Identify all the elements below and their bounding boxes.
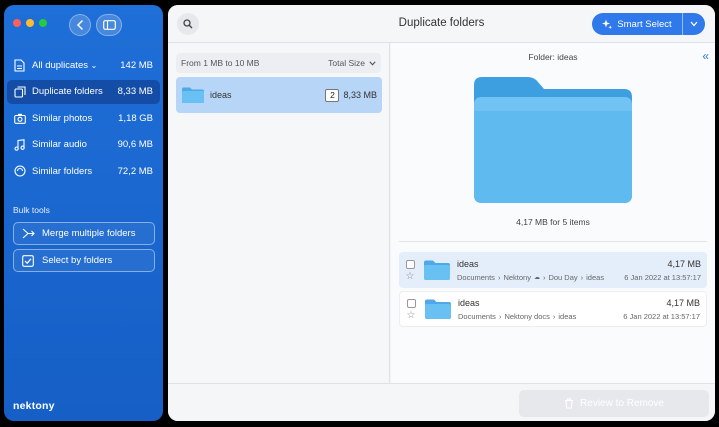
path-separator-icon: › <box>497 272 501 282</box>
row-checkbox[interactable] <box>405 259 415 269</box>
smart-select-dropdown[interactable] <box>683 21 705 27</box>
sidebar-icon <box>102 20 116 30</box>
file-path: Documents › Nektony docs › ideas <box>458 312 623 321</box>
path-segment: Documents <box>457 272 495 282</box>
merge-folders-button[interactable]: Merge multiple folders <box>13 222 155 245</box>
list-header: From 1 MB to 10 MB Total Size <box>176 53 381 73</box>
file-name: ideas <box>458 297 480 308</box>
sidebar-item-size: 72,2 MB <box>117 165 153 177</box>
path-separator-icon: › <box>498 311 502 321</box>
window-controls <box>13 19 47 27</box>
duplicate-count-badge: 2 <box>325 88 340 102</box>
sparkle-icon <box>602 19 613 29</box>
folder-label: Folder: ideas <box>528 52 578 62</box>
sidebar-toggle-button[interactable] <box>96 14 122 36</box>
main-panel: Duplicate folders Smart Select From 1 MB… <box>168 5 715 421</box>
file-size: 4,17 MB <box>667 258 701 269</box>
sidebar-item-size: 8,33 MB <box>117 86 153 97</box>
path-segment: Nektony <box>503 272 531 282</box>
sidebar-item-label: Duplicate folders <box>32 86 103 97</box>
zoom-window-button[interactable] <box>39 19 47 27</box>
chevron-down-icon <box>369 60 376 66</box>
file-size: 4,17 MB <box>666 297 700 308</box>
sort-dropdown[interactable]: Total Size <box>328 58 376 68</box>
path-segment: ideas <box>586 272 605 282</box>
review-to-remove-button[interactable]: Review to Remove <box>519 390 709 417</box>
trash-icon <box>565 398 574 409</box>
divider <box>399 241 707 242</box>
path-separator-icon: › <box>542 272 546 282</box>
review-to-remove-label: Review to Remove <box>580 398 664 409</box>
path-segment: Dou Day <box>548 272 578 282</box>
app-window: All duplicates ⌄ 142 MB Duplicate folder… <box>0 0 719 427</box>
path-separator-icon: › <box>552 311 556 321</box>
cloud-icon: ☁ <box>533 274 540 281</box>
copy-icon <box>13 85 26 98</box>
similar-circle-icon <box>13 165 26 178</box>
path-segment: ideas <box>558 311 577 321</box>
select-by-folders-button[interactable]: Select by folders <box>13 249 155 272</box>
merge-folders-label: Merge multiple folders <box>42 228 136 239</box>
sidebar-item-similar-audio[interactable]: Similar audio 90,6 MB <box>7 133 160 157</box>
sidebar-item-similar-photos[interactable]: Similar photos 1,18 GB <box>7 106 160 130</box>
list-item[interactable]: ideas 2 8,33 MB <box>176 77 382 113</box>
sidebar-item-label: Similar audio <box>32 139 87 150</box>
file-date: 6 Jan 2022 at 13:57:17 <box>624 272 701 282</box>
table-row[interactable]: ☆ ideas Documents › Nektony docs › ideas… <box>399 291 707 327</box>
sidebar-item-label: Similar folders <box>32 165 93 177</box>
sort-label: Total Size <box>328 58 365 68</box>
folder-detail-pane: Folder: ideas « 4,17 MB for 5 items ☆ id… <box>391 43 715 383</box>
path-separator-icon: › <box>580 272 584 282</box>
checkbox-icon <box>21 254 35 268</box>
folder-icon <box>425 299 451 319</box>
smart-select-button[interactable]: Smart Select <box>592 13 705 35</box>
chevron-down-icon[interactable]: ⌄ <box>91 61 98 70</box>
camera-icon <box>13 112 26 125</box>
folder-icon <box>424 260 450 280</box>
folder-icon <box>182 87 204 103</box>
sidebar-item-all-duplicates[interactable]: All duplicates ⌄ 142 MB <box>7 53 160 77</box>
folder-name: ideas <box>210 90 232 100</box>
bulk-tools-heading: Bulk tools <box>13 205 50 215</box>
close-window-button[interactable] <box>13 19 21 27</box>
toolbar: Duplicate folders Smart Select <box>168 5 715 43</box>
chevron-down-icon <box>690 21 698 27</box>
sidebar-item-label: Similar photos <box>32 112 93 124</box>
file-name: ideas <box>457 258 479 269</box>
file-path: Documents › Nektony ☁ › Dou Day › ideas <box>457 273 624 282</box>
select-by-folders-label: Select by folders <box>42 255 113 266</box>
sidebar-item-similar-folders[interactable]: Similar folders 72,2 MB <box>7 159 160 183</box>
double-chevron-left-icon[interactable]: « <box>702 49 709 63</box>
chevron-left-icon <box>76 20 83 30</box>
nektony-logo: nektony <box>13 400 55 412</box>
folder-size: 8,33 MB <box>343 90 377 100</box>
size-range-label: From 1 MB to 10 MB <box>181 58 260 68</box>
sidebar-item-size: 90,6 MB <box>117 139 153 150</box>
smart-select-label: Smart Select <box>617 18 672 30</box>
bottom-bar: Review to Remove <box>168 383 715 421</box>
file-date: 6 Jan 2022 at 13:57:17 <box>623 311 700 321</box>
merge-icon <box>21 227 35 241</box>
row-checkbox[interactable] <box>406 298 416 308</box>
path-segment: Nektony docs <box>504 311 550 321</box>
music-note-icon <box>13 138 26 151</box>
star-icon[interactable]: ☆ <box>407 310 416 320</box>
back-button[interactable] <box>69 14 91 36</box>
table-row[interactable]: ☆ ideas Documents › Nektony ☁ › Dou Day … <box>399 252 707 288</box>
sidebar-nav: All duplicates ⌄ 142 MB Duplicate folder… <box>7 53 160 186</box>
large-folder-icon <box>474 77 632 203</box>
sidebar-item-duplicate-folders[interactable]: Duplicate folders 8,33 MB <box>7 79 160 104</box>
sidebar: All duplicates ⌄ 142 MB Duplicate folder… <box>4 5 163 421</box>
sidebar-item-size: 1,18 GB <box>118 112 153 124</box>
minimize-window-button[interactable] <box>26 19 34 27</box>
path-segment: Documents <box>458 311 496 321</box>
folder-summary: 4,17 MB for 5 items <box>516 217 590 227</box>
folder-list-pane: From 1 MB to 10 MB Total Size ideas 2 8,… <box>168 43 390 383</box>
sidebar-item-size: 142 MB <box>120 59 153 71</box>
document-icon <box>13 58 26 72</box>
smart-select-main[interactable]: Smart Select <box>592 13 683 35</box>
sidebar-item-label: All duplicates <box>32 59 88 71</box>
star-icon[interactable]: ☆ <box>406 271 415 281</box>
